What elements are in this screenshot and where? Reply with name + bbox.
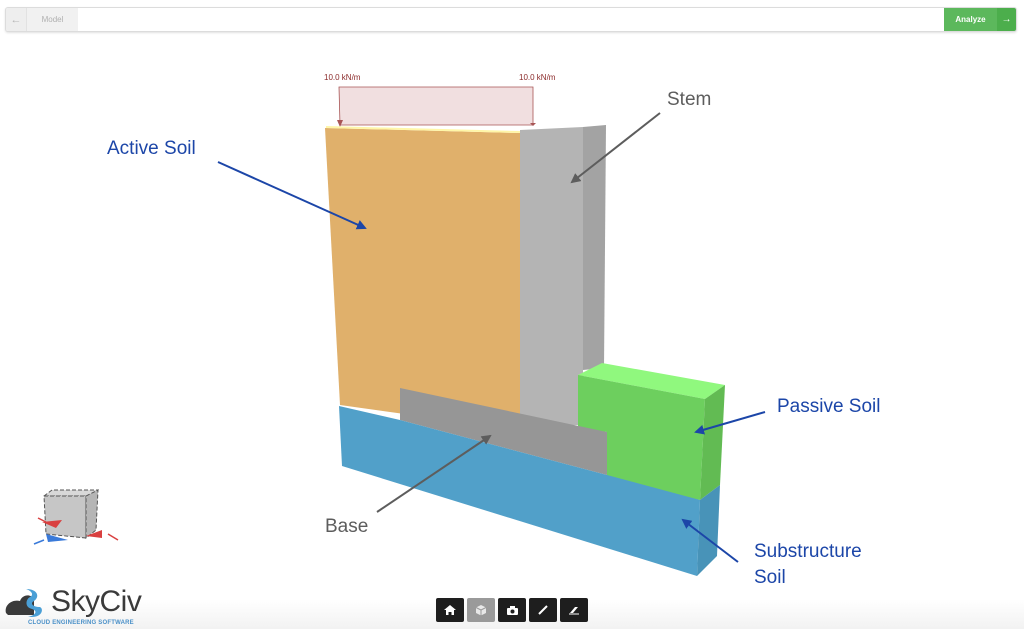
3d-model-viewport[interactable]: 10.0 kN/m 10.0 kN/m Active Soil Stem Pas… <box>0 0 1024 629</box>
camera-icon <box>506 605 518 615</box>
measure-button[interactable] <box>529 598 557 622</box>
analyze-button[interactable]: Analyze <box>944 8 997 31</box>
load-value-right: 10.0 kN/m <box>519 73 556 82</box>
navigation-cube[interactable] <box>28 486 128 550</box>
analyze-arrow-button[interactable]: → <box>997 8 1016 31</box>
eraser-icon <box>569 607 579 615</box>
stem-label: Stem <box>667 89 712 110</box>
substructure-soil-label-line2: Soil <box>754 567 786 588</box>
surcharge-load-area <box>338 86 534 126</box>
arrow-left-icon: ← <box>10 13 22 26</box>
breadcrumb-model[interactable]: Model <box>27 8 78 31</box>
skyciv-cloud-icon <box>5 589 42 617</box>
back-button[interactable]: ← <box>6 8 27 31</box>
home-icon <box>444 605 456 615</box>
3d-view-button[interactable] <box>467 598 495 622</box>
active-soil-block <box>325 128 520 430</box>
stem-side <box>583 125 606 370</box>
view-toolbar <box>436 598 588 622</box>
model-canvas <box>217 86 766 576</box>
measure-icon <box>538 605 548 615</box>
stem-front <box>520 127 583 425</box>
load-value-left: 10.0 kN/m <box>324 73 361 82</box>
skyciv-tagline: CLOUD ENGINEERING SOFTWARE <box>28 620 134 626</box>
arrow-right-icon: → <box>1001 14 1012 25</box>
top-navigation-bar: ← Model Analyze → <box>5 7 1017 32</box>
screenshot-button[interactable] <box>498 598 526 622</box>
active-soil-label: Active Soil <box>107 138 196 159</box>
home-view-button[interactable] <box>436 598 464 622</box>
skyciv-wordmark: SkyCiv <box>51 585 142 618</box>
skyciv-logo[interactable]: SkyCiv CLOUD ENGINEERING SOFTWARE <box>4 585 154 629</box>
3d-view-icon <box>475 605 487 616</box>
substructure-soil-label-line1: Substructure <box>754 541 862 562</box>
view-cube-icon[interactable] <box>28 486 128 550</box>
passive-soil-label: Passive Soil <box>777 396 881 417</box>
eraser-button[interactable] <box>560 598 588 622</box>
base-label: Base <box>325 516 369 537</box>
